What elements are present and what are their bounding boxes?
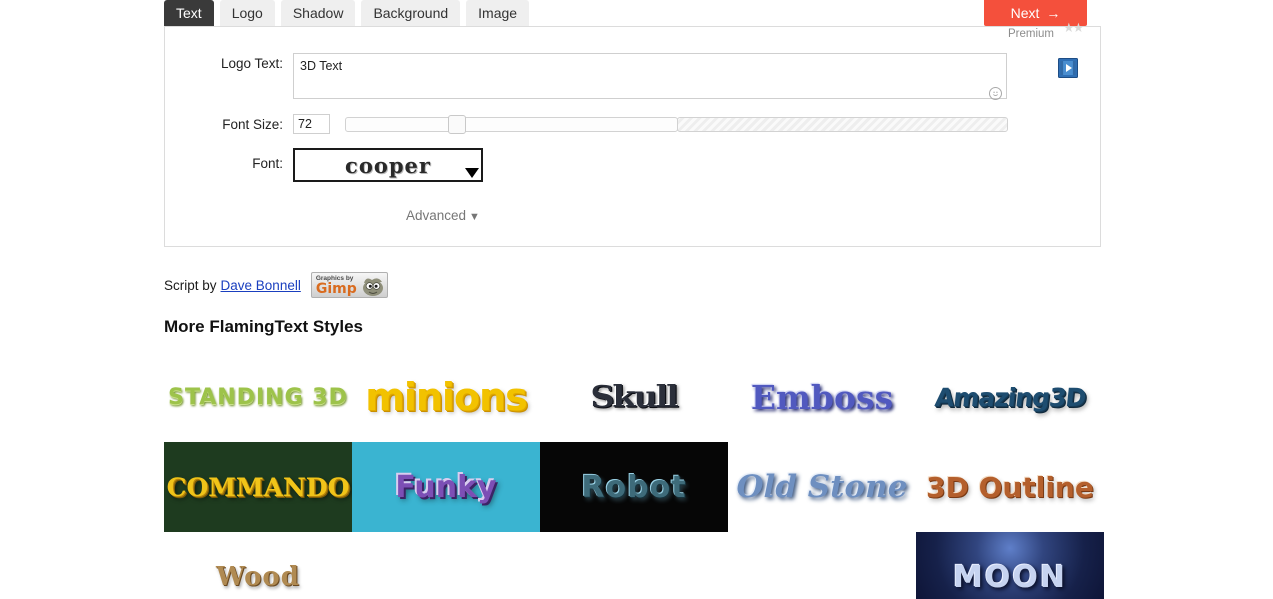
logo-text-row: Logo Text: [165,53,1102,104]
style-thumbnail[interactable]: Emboss [728,352,916,442]
script-credit: Script by Dave Bonnell Graphics by Gimp [164,272,388,298]
tab-bar: Text Logo Shadow Background Image [164,0,1101,26]
style-thumbnail[interactable]: MOON [916,532,1104,599]
style-thumbnail[interactable]: Amazing3D [916,352,1104,442]
style-name-text: Old Stone [736,469,908,505]
slider-track-free[interactable] [345,116,678,132]
gallery-row: Wood MOON [164,532,1104,599]
font-label: Font: [252,156,283,171]
style-thumbnail[interactable]: Skull [540,352,728,442]
font-size-label: Font Size: [222,116,283,132]
logo-text-label: Logo Text: [220,56,283,71]
style-name-text: Skull [590,379,680,415]
style-thumbnail-label: STANDING 3D [164,352,352,442]
font-size-input[interactable] [293,114,330,134]
advanced-label: Advanced [406,208,467,223]
style-thumbnail[interactable]: minions [352,352,540,442]
gimp-badge[interactable]: Graphics by Gimp [310,272,388,298]
style-thumbnail[interactable]: 3D Outline [916,442,1104,532]
author-link[interactable]: Dave Bonnell [221,278,301,293]
font-size-slider[interactable] [345,114,1008,134]
logo-text-wrapper [293,53,1007,104]
wilber-mascot-icon [360,274,386,297]
style-thumbnail[interactable]: Funky [352,442,540,532]
text-options-panel: Logo Text: 3D Text Font Size: 72 Premium… [164,20,1102,247]
style-name-text: Robot [581,469,687,505]
tab-text[interactable]: Text [164,0,214,26]
chevron-down-icon [465,168,479,178]
style-name-text: STANDING 3D [168,384,348,410]
slider-track-premium[interactable] [677,116,1008,132]
style-thumbnail-label: Wood [164,532,352,599]
advanced-toggle[interactable]: Advanced ▼ [406,208,480,223]
style-name-text: Wood [216,562,300,592]
arrow-right-icon: → [1046,5,1061,21]
font-size-row: Font Size: [165,114,1102,134]
style-thumbnail[interactable]: Old Stone [728,442,916,532]
style-thumbnail-label: Amazing3D [916,352,1104,442]
gallery-row: COMMANDO Funky Robot Old Stone 3D Outline [164,442,1104,532]
style-name-text: minions [365,375,527,419]
font-select-value: cooper [345,152,431,178]
tab-logo[interactable]: Logo [219,0,275,26]
style-name-text: 3D Outline [926,470,1094,504]
style-name-text: Amazing3D [933,382,1087,412]
style-thumbnail-label: Emboss [728,352,916,442]
page-root: Text Logo Shadow Background Image Next → Log… [0,0,1273,599]
tab-image[interactable]: Image [466,0,530,26]
styles-gallery: STANDING 3D minions Skull Emboss Amazing3D CO… [164,352,1104,599]
style-name-text: MOON [953,559,1067,595]
style-name-text: COMMANDO [166,472,350,502]
style-thumbnail-label: minions [352,352,540,442]
gimp-badge-line2: Gimp [315,281,357,297]
style-thumbnail-label: 3D Outline [916,442,1104,532]
style-thumbnail[interactable]: Wood [164,532,352,599]
smiley-face-icon[interactable] [989,87,1002,100]
next-button-label: Next [1010,5,1040,21]
credit-prefix: Script by [164,277,217,293]
chevron-down-icon: ▼ [469,211,480,223]
style-thumbnail-label: Skull [540,352,728,442]
slider-handle[interactable] [448,114,466,134]
video-tutorial-icon[interactable] [1058,58,1078,78]
style-name-text: Emboss [750,377,894,417]
logo-text-input[interactable] [293,53,1007,99]
premium-stars-icon: ★★ [1063,20,1084,35]
tab-shadow[interactable]: Shadow [280,0,356,26]
style-thumbnail[interactable]: Robot [540,442,728,532]
style-thumbnail-label: MOON [916,532,1104,599]
style-thumbnail-label: Funky [352,442,540,532]
font-row: Font: cooper [165,148,1102,182]
style-name-text: Funky [395,469,497,505]
tab-background[interactable]: Background [361,0,461,26]
style-thumbnail[interactable]: COMMANDO [164,442,352,532]
font-select[interactable]: cooper [293,148,483,182]
gallery-title: More FlamingText Styles [164,317,364,336]
gallery-row: STANDING 3D minions Skull Emboss Amazing3D [164,352,1104,442]
premium-label: Premium [1008,28,1055,40]
style-thumbnail[interactable]: STANDING 3D [164,352,352,442]
style-thumbnail-label: COMMANDO [164,442,352,532]
style-thumbnail-label: Old Stone [728,442,916,532]
style-thumbnail-label: Robot [540,442,728,532]
